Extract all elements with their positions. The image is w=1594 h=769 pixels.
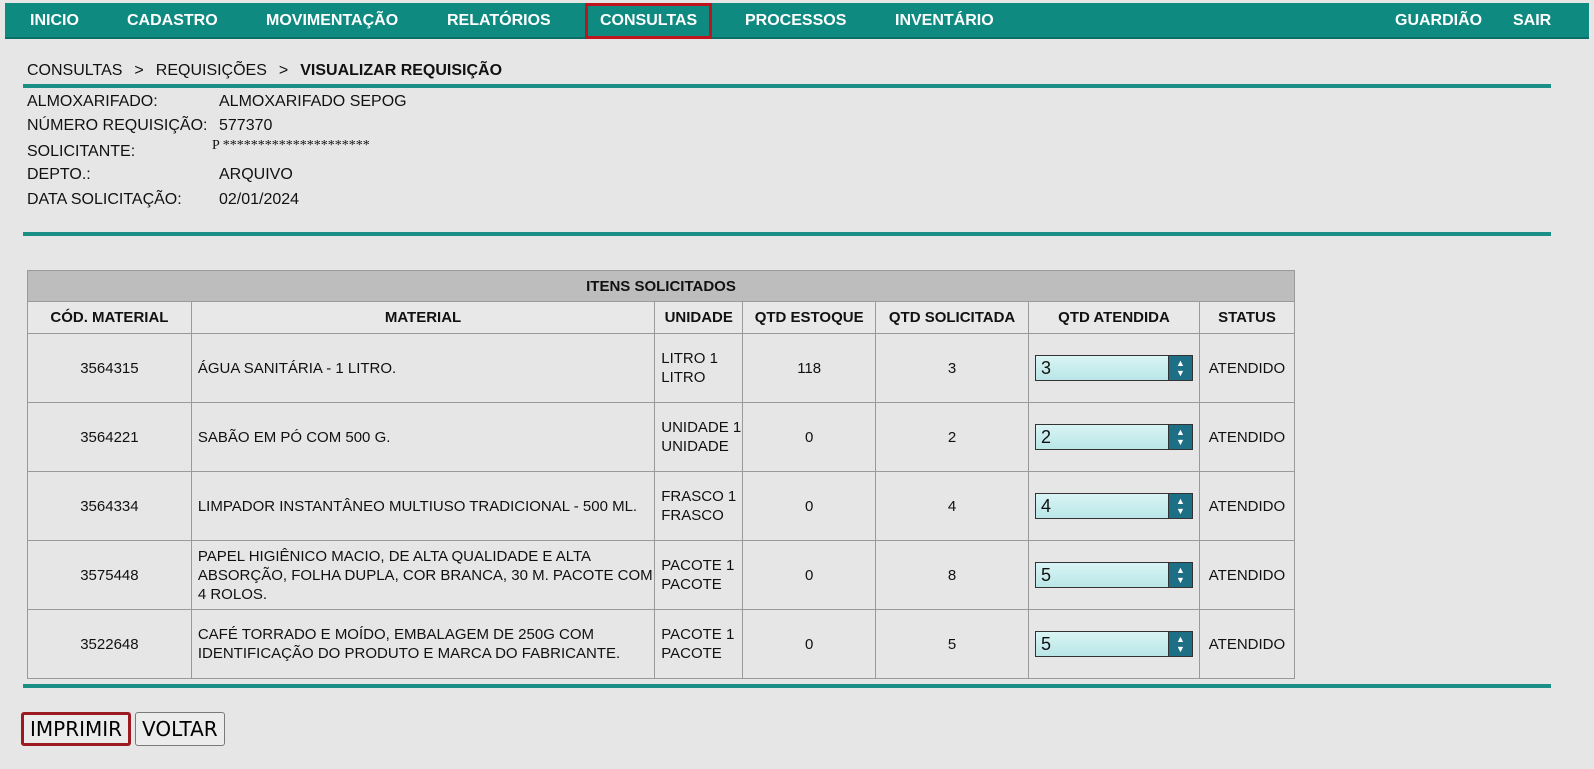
status-cell: ATENDIDO bbox=[1198, 402, 1296, 472]
data-label: DATA SOLICITAÇÃO: bbox=[27, 191, 182, 208]
depto-value: ARQUIVO bbox=[219, 166, 293, 183]
data-value: 02/01/2024 bbox=[219, 191, 300, 208]
qtd-atendida-stepper[interactable]: 2 ▲ ▼ bbox=[1035, 424, 1193, 450]
unidade-cell: FRASCO 1 FRASCO bbox=[654, 471, 744, 541]
nav-cadastro[interactable]: CADASTRO bbox=[127, 3, 218, 39]
qtd-atendida-cell: 2 ▲ ▼ bbox=[1028, 402, 1200, 472]
qtd-atendida-value: 2 bbox=[1041, 427, 1052, 447]
qtd-atendida-cell: 5 ▲ ▼ bbox=[1028, 540, 1200, 610]
table-row: 3564221 SABÃO EM PÓ COM 500 G. UNIDADE 1… bbox=[27, 402, 1296, 472]
divider bbox=[23, 84, 1551, 88]
status-cell: ATENDIDO bbox=[1198, 540, 1296, 610]
cod-material-cell: 3564221 bbox=[27, 402, 192, 472]
nav-movimentacao[interactable]: MOVIMENTAÇÃO bbox=[266, 3, 398, 39]
numero-value: 577370 bbox=[219, 117, 273, 134]
status-cell: ATENDIDO bbox=[1198, 471, 1296, 541]
almoxarifado-label: ALMOXARIFADO: bbox=[27, 93, 158, 110]
col-cod-material: CÓD. MATERIAL bbox=[27, 301, 192, 334]
top-nav: INICIO CADASTRO MOVIMENTAÇÃO RELATÓRIOS … bbox=[5, 3, 1589, 39]
breadcrumb-separator: > bbox=[278, 62, 289, 79]
col-qtd-estoque: QTD ESTOQUE bbox=[742, 301, 877, 334]
nav-sair[interactable]: SAIR bbox=[1513, 3, 1551, 39]
nav-guardiao[interactable]: GUARDIÃO bbox=[1395, 3, 1482, 39]
qtd-atendida-value: 4 bbox=[1041, 496, 1052, 516]
stepper-arrows-icon[interactable]: ▲ ▼ bbox=[1168, 494, 1192, 518]
table-row: 3575448 PAPEL HIGIÊNICO MACIO, DE ALTA Q… bbox=[27, 540, 1296, 610]
cod-material-cell: 3564334 bbox=[27, 471, 192, 541]
qtd-solicitada-cell: 3 bbox=[875, 333, 1029, 403]
col-status: STATUS bbox=[1198, 301, 1296, 334]
breadcrumb-current: VISUALIZAR REQUISIÇÃO bbox=[300, 62, 503, 79]
stepper-arrows-icon[interactable]: ▲ ▼ bbox=[1168, 425, 1192, 449]
nav-inventario[interactable]: INVENTÁRIO bbox=[895, 3, 994, 39]
col-qtd-solicitada: QTD SOLICITADA bbox=[875, 301, 1029, 334]
qtd-atendida-cell: 5 ▲ ▼ bbox=[1028, 609, 1200, 679]
material-cell: SABÃO EM PÓ COM 500 G. bbox=[190, 402, 656, 472]
table-header-row: CÓD. MATERIAL MATERIAL UNIDADE QTD ESTOQ… bbox=[27, 301, 1296, 334]
col-qtd-atendida: QTD ATENDIDA bbox=[1028, 301, 1200, 334]
numero-label: NÚMERO REQUISIÇÃO: bbox=[27, 117, 208, 134]
qtd-estoque-cell: 118 bbox=[742, 333, 877, 403]
qtd-atendida-value: 5 bbox=[1041, 634, 1052, 654]
qtd-estoque-cell: 0 bbox=[742, 402, 877, 472]
stepper-arrows-icon[interactable]: ▲ ▼ bbox=[1168, 356, 1192, 380]
material-cell: LIMPADOR INSTANTÂNEO MULTIUSO TRADICIONA… bbox=[190, 471, 656, 541]
nav-processos[interactable]: PROCESSOS bbox=[745, 3, 846, 39]
breadcrumb-separator: > bbox=[134, 62, 144, 79]
qtd-atendida-cell: 3 ▲ ▼ bbox=[1028, 333, 1200, 403]
print-button[interactable]: IMPRIMIR bbox=[21, 712, 132, 746]
unidade-cell: LITRO 1 LITRO bbox=[654, 333, 744, 403]
stepper-arrows-icon[interactable]: ▲ ▼ bbox=[1168, 632, 1192, 656]
qtd-atendida-value: 3 bbox=[1041, 358, 1052, 378]
table-row: 3522648 CAFÉ TORRADO E MOÍDO, EMBALAGEM … bbox=[27, 609, 1296, 679]
divider bbox=[23, 232, 1551, 236]
solicitante-value: P ********************* bbox=[212, 138, 370, 153]
back-button[interactable]: VOLTAR bbox=[135, 712, 225, 746]
almoxarifado-value: ALMOXARIFADO SEPOG bbox=[219, 93, 407, 110]
depto-label: DEPTO.: bbox=[27, 166, 91, 183]
qtd-atendida-stepper[interactable]: 3 ▲ ▼ bbox=[1035, 355, 1193, 381]
nav-relatorios[interactable]: RELATÓRIOS bbox=[447, 3, 551, 39]
material-cell: CAFÉ TORRADO E MOÍDO, EMBALAGEM DE 250G … bbox=[190, 609, 656, 679]
unidade-cell: PACOTE 1 PACOTE bbox=[654, 609, 744, 679]
qtd-atendida-stepper[interactable]: 5 ▲ ▼ bbox=[1035, 631, 1193, 657]
nav-consultas[interactable]: CONSULTAS bbox=[585, 3, 713, 39]
qtd-atendida-value: 5 bbox=[1041, 565, 1052, 585]
material-cell: PAPEL HIGIÊNICO MACIO, DE ALTA QUALIDADE… bbox=[190, 540, 656, 610]
cod-material-cell: 3575448 bbox=[27, 540, 192, 610]
table-row: 3564315 ÁGUA SANITÁRIA - 1 LITRO. LITRO … bbox=[27, 333, 1296, 403]
unidade-cell: UNIDADE 1 UNIDADE bbox=[654, 402, 744, 472]
divider bbox=[23, 684, 1551, 688]
status-cell: ATENDIDO bbox=[1198, 609, 1296, 679]
qtd-solicitada-cell: 2 bbox=[875, 402, 1029, 472]
cod-material-cell: 3522648 bbox=[27, 609, 192, 679]
items-table: ITENS SOLICITADOS CÓD. MATERIAL MATERIAL… bbox=[27, 270, 1296, 679]
qtd-estoque-cell: 0 bbox=[742, 471, 877, 541]
solicitante-label: SOLICITANTE: bbox=[27, 143, 136, 160]
qtd-solicitada-cell: 5 bbox=[875, 609, 1029, 679]
breadcrumb: CONSULTAS > REQUISIÇÕES > VISUALIZAR REQUISI… bbox=[27, 62, 502, 82]
breadcrumb-consultas[interactable]: CONSULTAS bbox=[27, 62, 122, 80]
qtd-atendida-cell: 4 ▲ ▼ bbox=[1028, 471, 1200, 541]
table-caption: ITENS SOLICITADOS bbox=[27, 270, 1295, 302]
qtd-estoque-cell: 0 bbox=[742, 609, 877, 679]
col-material: MATERIAL bbox=[190, 301, 656, 334]
qtd-solicitada-cell: 4 bbox=[875, 471, 1029, 541]
cod-material-cell: 3564315 bbox=[27, 333, 192, 403]
breadcrumb-requisicoes[interactable]: REQUISIÇÕES bbox=[156, 62, 267, 80]
material-cell: ÁGUA SANITÁRIA - 1 LITRO. bbox=[190, 333, 656, 403]
qtd-solicitada-cell: 8 bbox=[875, 540, 1029, 610]
table-row: 3564334 LIMPADOR INSTANTÂNEO MULTIUSO TR… bbox=[27, 471, 1296, 541]
stepper-arrows-icon[interactable]: ▲ ▼ bbox=[1168, 563, 1192, 587]
col-unidade: UNIDADE bbox=[654, 301, 744, 334]
qtd-estoque-cell: 0 bbox=[742, 540, 877, 610]
status-cell: ATENDIDO bbox=[1198, 333, 1296, 403]
nav-inicio[interactable]: INICIO bbox=[30, 3, 79, 39]
unidade-cell: PACOTE 1 PACOTE bbox=[654, 540, 744, 610]
qtd-atendida-stepper[interactable]: 4 ▲ ▼ bbox=[1035, 493, 1193, 519]
qtd-atendida-stepper[interactable]: 5 ▲ ▼ bbox=[1035, 562, 1193, 588]
